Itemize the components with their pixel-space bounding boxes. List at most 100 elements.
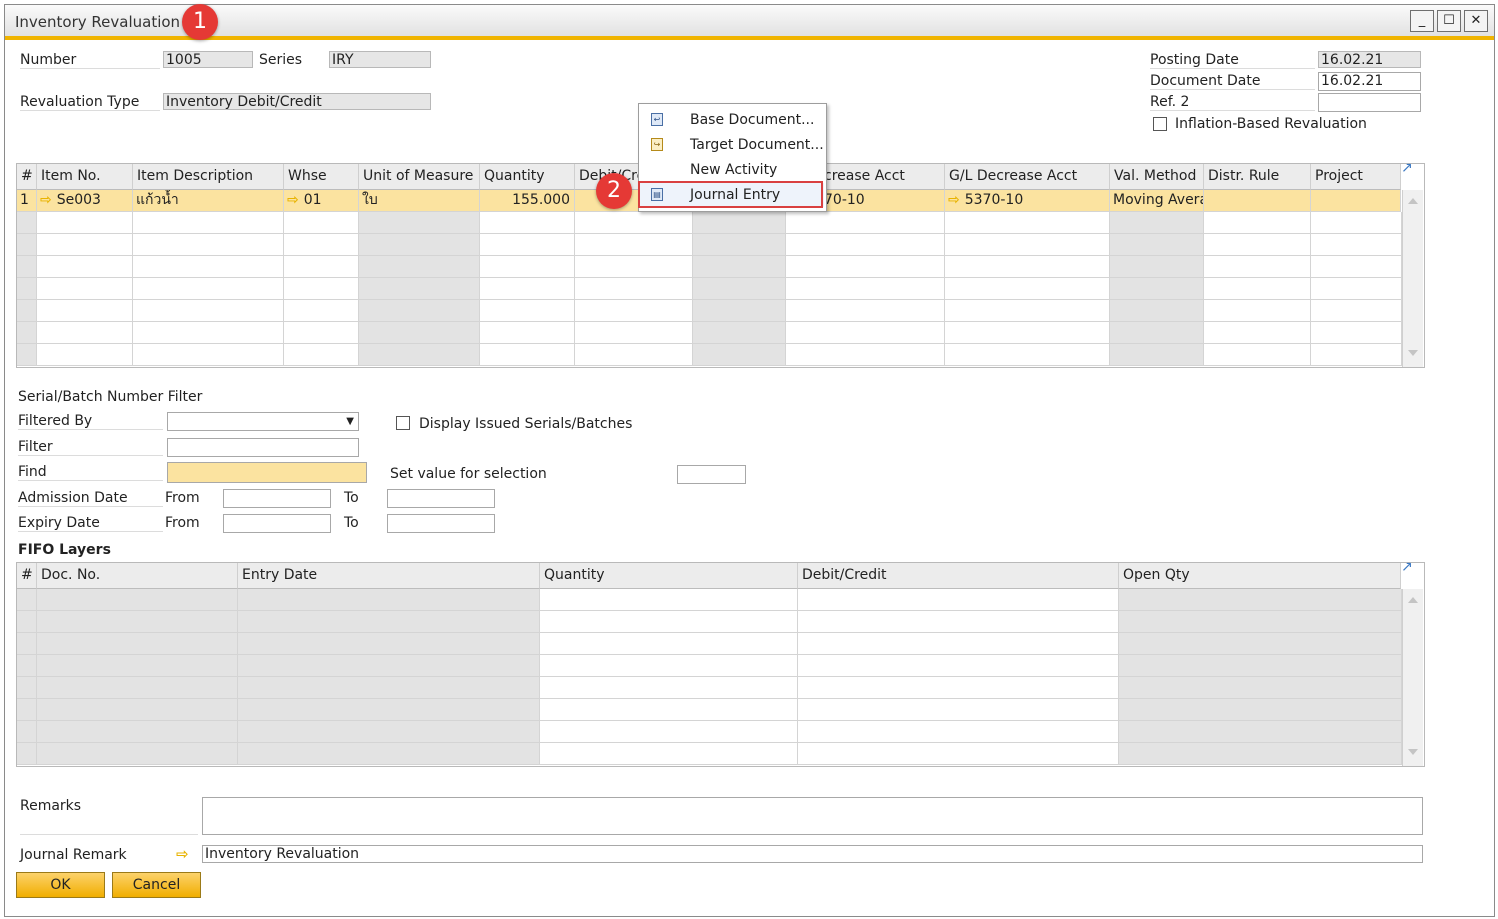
empty-grid-cell[interactable] xyxy=(540,633,798,655)
empty-grid-cell[interactable] xyxy=(1110,344,1204,366)
empty-grid-cell[interactable] xyxy=(798,699,1119,721)
empty-grid-cell[interactable] xyxy=(17,322,37,344)
empty-grid-cell[interactable] xyxy=(17,300,37,322)
empty-grid-cell[interactable] xyxy=(37,655,238,677)
empty-grid-cell[interactable] xyxy=(798,677,1119,699)
expiry-to-input[interactable] xyxy=(387,514,495,533)
empty-grid-cell[interactable] xyxy=(17,699,37,721)
expiry-from-input[interactable] xyxy=(223,514,331,533)
empty-grid-cell[interactable] xyxy=(575,212,693,234)
empty-grid-cell[interactable] xyxy=(17,256,37,278)
empty-grid-cell[interactable] xyxy=(17,721,37,743)
empty-grid-cell[interactable] xyxy=(1311,344,1402,366)
empty-grid-cell[interactable] xyxy=(1119,699,1402,721)
empty-grid-cell[interactable] xyxy=(693,322,786,344)
empty-grid-cell[interactable] xyxy=(37,743,238,765)
empty-grid-cell[interactable] xyxy=(1119,743,1402,765)
empty-grid-cell[interactable] xyxy=(133,300,284,322)
empty-grid-cell[interactable] xyxy=(238,721,540,743)
empty-grid-cell[interactable] xyxy=(1110,278,1204,300)
empty-grid-cell[interactable] xyxy=(284,212,359,234)
empty-grid-cell[interactable] xyxy=(798,721,1119,743)
empty-grid-cell[interactable] xyxy=(786,322,945,344)
empty-grid-cell[interactable] xyxy=(37,234,133,256)
empty-grid-cell[interactable] xyxy=(17,589,37,611)
empty-grid-cell[interactable] xyxy=(359,256,480,278)
empty-grid-cell[interactable] xyxy=(1204,212,1311,234)
empty-grid-cell[interactable] xyxy=(540,699,798,721)
empty-grid-cell[interactable] xyxy=(1110,300,1204,322)
empty-grid-cell[interactable] xyxy=(37,256,133,278)
col-header-whse[interactable]: Whse xyxy=(284,164,359,190)
empty-grid-cell[interactable] xyxy=(1204,322,1311,344)
empty-grid-cell[interactable] xyxy=(786,256,945,278)
empty-grid-cell[interactable] xyxy=(693,234,786,256)
empty-grid-cell[interactable] xyxy=(480,278,575,300)
empty-grid-cell[interactable] xyxy=(17,677,37,699)
empty-grid-cell[interactable] xyxy=(945,234,1110,256)
filter-input[interactable] xyxy=(167,438,359,457)
link-arrow-icon[interactable]: ⇨ xyxy=(40,192,52,208)
empty-grid-cell[interactable] xyxy=(1110,322,1204,344)
fifo-header-open-qty[interactable]: Open Qty xyxy=(1119,563,1401,589)
maximize-button[interactable]: ☐ xyxy=(1437,10,1461,32)
empty-grid-cell[interactable] xyxy=(540,611,798,633)
empty-grid-cell[interactable] xyxy=(1311,322,1402,344)
fifo-vertical-scrollbar[interactable] xyxy=(1402,589,1423,766)
empty-grid-cell[interactable] xyxy=(693,212,786,234)
empty-grid-cell[interactable] xyxy=(17,633,37,655)
empty-grid-cell[interactable] xyxy=(37,344,133,366)
items-vertical-scrollbar[interactable] xyxy=(1402,190,1423,367)
empty-grid-cell[interactable] xyxy=(1119,611,1402,633)
empty-grid-cell[interactable] xyxy=(238,589,540,611)
empty-grid-cell[interactable] xyxy=(17,743,37,765)
empty-grid-cell[interactable] xyxy=(37,677,238,699)
ref2-field[interactable] xyxy=(1318,93,1421,112)
col-header-gl-decrease[interactable]: G/L Decrease Acct xyxy=(945,164,1110,190)
filtered-by-dropdown[interactable]: ▼ xyxy=(167,412,359,431)
empty-grid-cell[interactable] xyxy=(1119,677,1402,699)
whse-cell[interactable]: ⇨ 01 xyxy=(284,190,359,212)
empty-grid-cell[interactable] xyxy=(575,322,693,344)
inflation-based-checkbox[interactable] xyxy=(1153,117,1167,131)
expand-fifo-grid-icon[interactable]: ↗ xyxy=(1401,559,1413,575)
ok-button[interactable]: OK xyxy=(16,872,105,898)
empty-grid-cell[interactable] xyxy=(238,633,540,655)
empty-grid-cell[interactable] xyxy=(575,256,693,278)
empty-grid-cell[interactable] xyxy=(945,278,1110,300)
menu-item-target-document[interactable]: ↪ Target Document... xyxy=(639,133,824,157)
empty-grid-cell[interactable] xyxy=(17,611,37,633)
chevron-down-icon[interactable]: ▼ xyxy=(346,413,354,430)
empty-grid-cell[interactable] xyxy=(359,344,480,366)
empty-grid-cell[interactable] xyxy=(798,611,1119,633)
empty-grid-cell[interactable] xyxy=(540,743,798,765)
scroll-down-icon[interactable] xyxy=(1408,350,1418,356)
empty-grid-cell[interactable] xyxy=(359,234,480,256)
empty-grid-cell[interactable] xyxy=(540,589,798,611)
empty-grid-cell[interactable] xyxy=(284,300,359,322)
empty-grid-cell[interactable] xyxy=(945,322,1110,344)
empty-grid-cell[interactable] xyxy=(17,234,37,256)
display-issued-checkbox[interactable] xyxy=(396,416,410,430)
empty-grid-cell[interactable] xyxy=(238,743,540,765)
link-arrow-icon[interactable]: ⇨ xyxy=(287,192,299,208)
menu-item-base-document[interactable]: ↩ Base Document... xyxy=(639,108,824,132)
fifo-header-debit-credit[interactable]: Debit/Credit xyxy=(798,563,1119,589)
empty-grid-cell[interactable] xyxy=(575,278,693,300)
empty-grid-cell[interactable] xyxy=(1204,234,1311,256)
empty-grid-cell[interactable] xyxy=(1311,256,1402,278)
empty-grid-cell[interactable] xyxy=(17,278,37,300)
empty-grid-cell[interactable] xyxy=(37,699,238,721)
empty-grid-cell[interactable] xyxy=(359,278,480,300)
series-field[interactable]: IRY xyxy=(329,51,431,68)
empty-grid-cell[interactable] xyxy=(945,212,1110,234)
col-header-quantity[interactable]: Quantity xyxy=(480,164,575,190)
col-header-uom[interactable]: Unit of Measure xyxy=(359,164,480,190)
empty-grid-cell[interactable] xyxy=(1119,655,1402,677)
set-value-input[interactable] xyxy=(677,465,746,484)
empty-grid-cell[interactable] xyxy=(798,633,1119,655)
document-date-field[interactable]: 16.02.21 xyxy=(1318,72,1421,91)
row-number[interactable]: 1 xyxy=(17,190,37,212)
empty-grid-cell[interactable] xyxy=(1110,256,1204,278)
item-description-cell[interactable]: แก้วน้ำ xyxy=(133,190,284,212)
